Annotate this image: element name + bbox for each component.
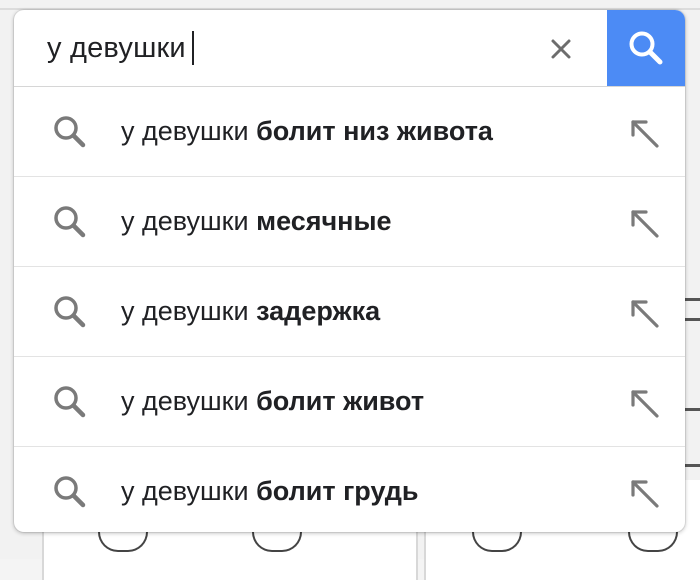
suggestion-prefix: у девушки: [121, 386, 257, 416]
suggestion-prefix: у девушки: [121, 206, 257, 236]
arrow-up-left-icon[interactable]: [624, 383, 664, 423]
suggestion-text: у девушки болит грудь: [121, 476, 419, 507]
suggestion-text: у девушки болит живот: [121, 386, 424, 417]
arrow-up-left-icon[interactable]: [624, 473, 664, 513]
suggestion-completion: месячные: [256, 206, 392, 236]
suggestion-item[interactable]: у девушки месячные: [14, 176, 685, 266]
suggestion-prefix: у девушки: [121, 116, 257, 146]
arrow-up-left-icon[interactable]: [624, 113, 664, 153]
suggestion-item[interactable]: у девушки болит живот: [14, 356, 685, 446]
search-bar: у девушки: [14, 10, 685, 86]
close-icon: [551, 39, 571, 59]
search-icon: [54, 296, 86, 328]
search-icon: [54, 476, 86, 508]
search-query-text: у девушки: [47, 31, 186, 64]
search-icon: [629, 31, 663, 65]
suggestion-list: у девушки болит низ живота у девушки мес…: [14, 86, 685, 532]
search-icon: [54, 386, 86, 418]
search-icon: [54, 116, 86, 148]
suggestion-item[interactable]: у девушки болит грудь: [14, 446, 685, 532]
search-submit-button[interactable]: [607, 10, 685, 86]
search-autocomplete-panel: у девушки у девушки болит низ живота у д…: [14, 10, 685, 532]
suggestion-item[interactable]: у девушки болит низ живота: [14, 86, 685, 176]
suggestion-text: у девушки болит низ живота: [121, 116, 493, 147]
suggestion-completion: болит живот: [256, 386, 425, 416]
text-caret: [191, 31, 194, 65]
suggestion-item[interactable]: у девушки задержка: [14, 266, 685, 356]
clear-button[interactable]: [544, 32, 578, 66]
suggestion-completion: задержка: [256, 296, 381, 326]
suggestion-completion: болит низ живота: [256, 116, 493, 146]
search-icon: [54, 206, 86, 238]
suggestion-completion: болит грудь: [256, 476, 419, 506]
arrow-up-left-icon[interactable]: [624, 293, 664, 333]
suggestion-prefix: у девушки: [121, 296, 257, 326]
search-input[interactable]: у девушки: [47, 31, 194, 65]
suggestion-prefix: у девушки: [121, 476, 257, 506]
arrow-up-left-icon[interactable]: [624, 203, 664, 243]
suggestion-text: у девушки задержка: [121, 296, 380, 327]
suggestion-text: у девушки месячные: [121, 206, 392, 237]
